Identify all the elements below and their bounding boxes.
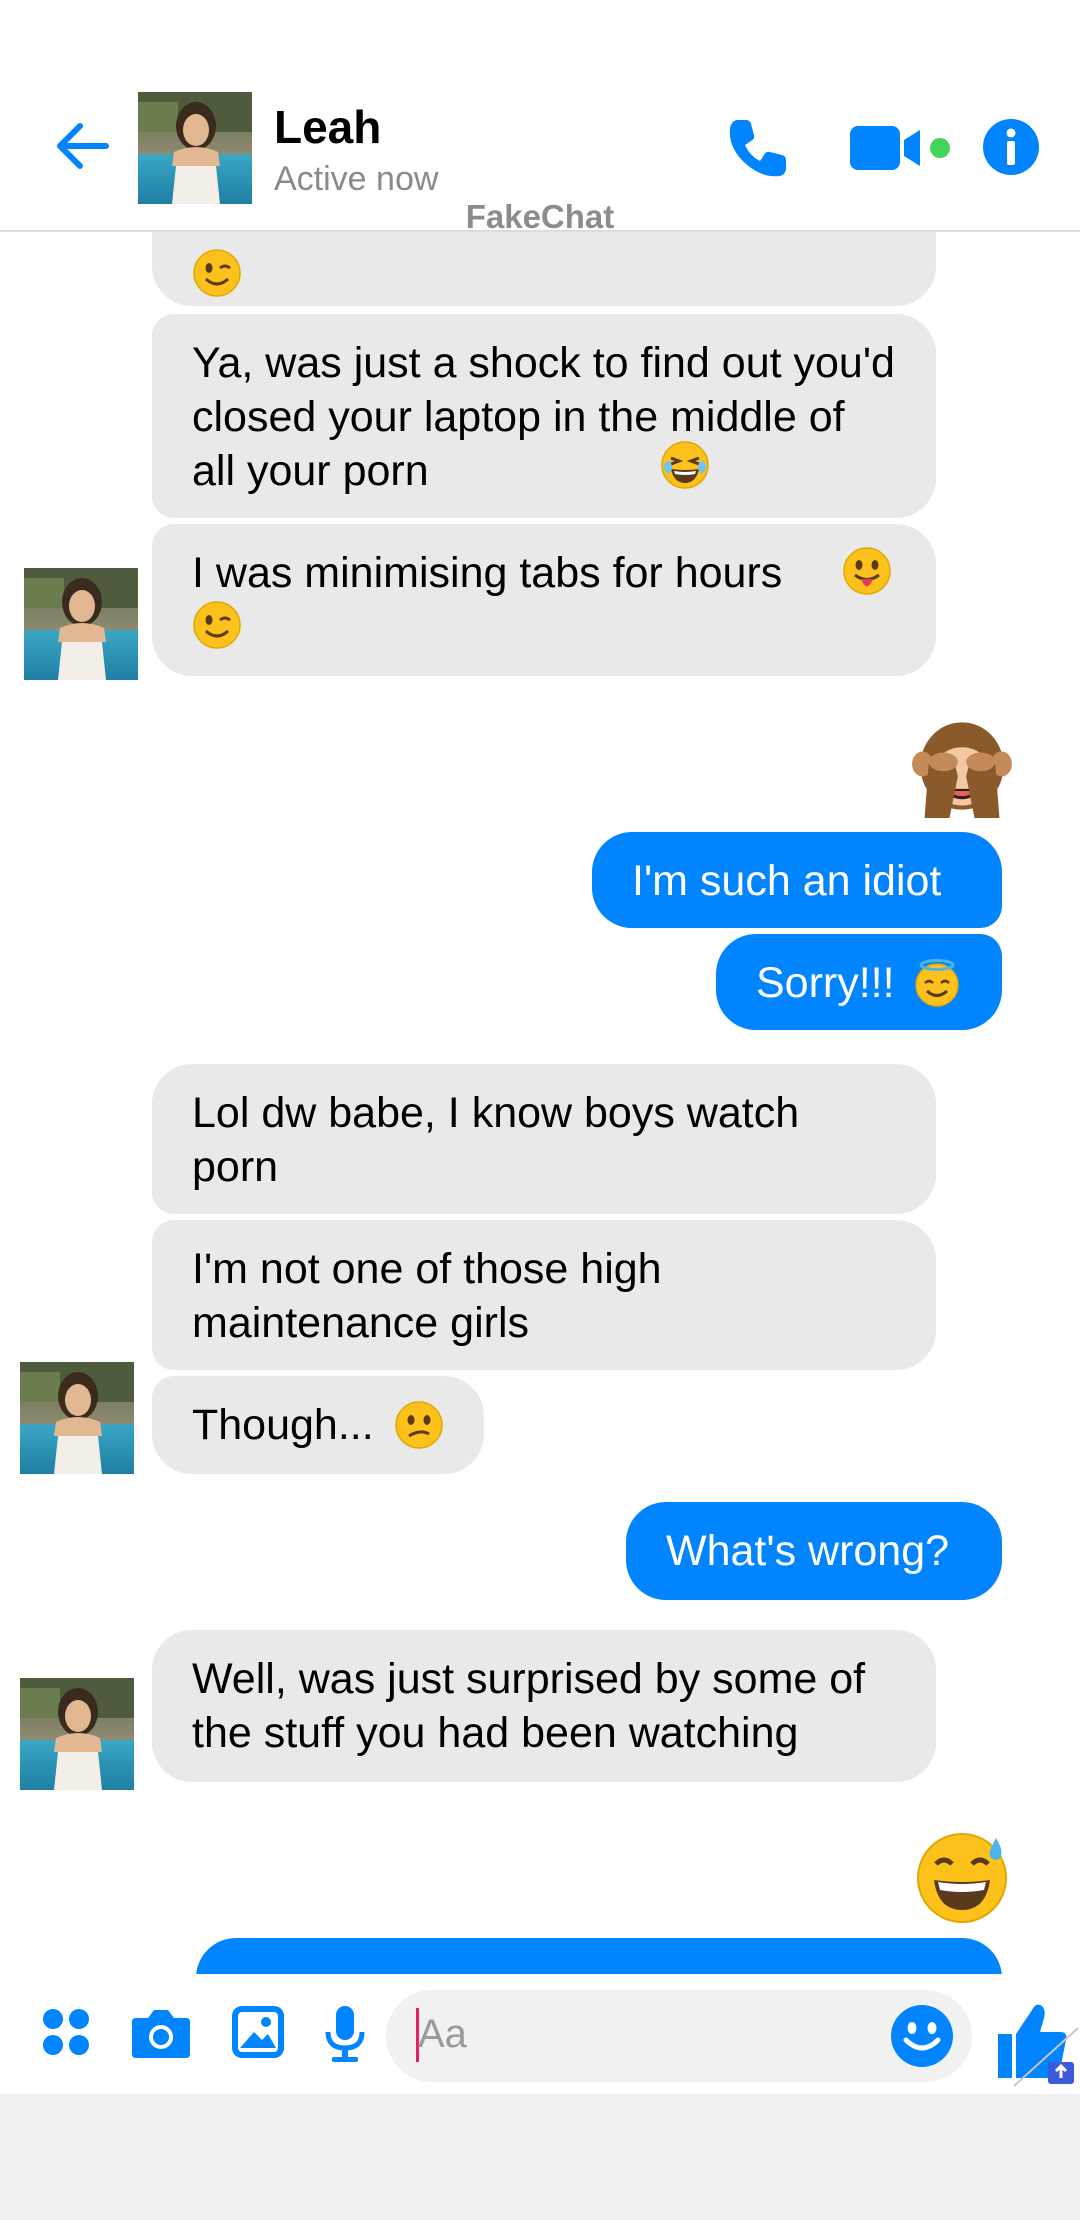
message-bubble[interactable] bbox=[196, 1938, 1002, 1974]
info-icon[interactable] bbox=[982, 118, 1040, 176]
message-bubble[interactable]: Well, was just surprised by some of the … bbox=[152, 1630, 936, 1782]
message-text: I'm such an idiot bbox=[632, 857, 942, 905]
thumbs-up-icon[interactable] bbox=[994, 1998, 1080, 2088]
tongue-face-icon bbox=[842, 546, 892, 596]
phone-icon[interactable] bbox=[724, 114, 792, 182]
winking-face-icon bbox=[192, 600, 242, 650]
message-list[interactable]: Ya, was just a shock to find out you'd c… bbox=[0, 232, 1080, 1974]
microphone-icon[interactable] bbox=[322, 2004, 368, 2064]
avatar[interactable] bbox=[24, 568, 138, 680]
avatar[interactable] bbox=[20, 1362, 134, 1474]
conversation-header: Leah Active now FakeChat bbox=[0, 0, 1080, 235]
video-camera-icon[interactable] bbox=[848, 122, 954, 174]
see-no-evil-monkey-icon bbox=[910, 714, 1014, 818]
message-text: I'm not one of those high maintenance gi… bbox=[192, 1245, 662, 1347]
back-arrow-icon[interactable] bbox=[52, 116, 112, 176]
message-text: Though... bbox=[192, 1401, 374, 1449]
message-bubble[interactable]: I'm not one of those high maintenance gi… bbox=[152, 1220, 936, 1370]
apps-icon[interactable] bbox=[40, 2006, 92, 2058]
message-bubble[interactable]: Lol dw babe, I know boys watch porn bbox=[152, 1064, 936, 1214]
image-icon[interactable] bbox=[230, 2004, 286, 2060]
message-bubble[interactable] bbox=[152, 232, 936, 306]
watermark: FakeChat bbox=[465, 198, 615, 235]
grinning-sweat-face-icon bbox=[914, 1826, 1014, 1926]
message-input-placeholder: Aa bbox=[418, 2012, 467, 2056]
message-text: I was minimising tabs for hours bbox=[192, 549, 783, 597]
message-text: Sorry!!! bbox=[756, 959, 895, 1007]
message-bubble[interactable]: Sorry!!! bbox=[716, 934, 1002, 1030]
avatar[interactable] bbox=[138, 92, 252, 204]
message-text: What's wrong? bbox=[666, 1527, 950, 1575]
avatar[interactable] bbox=[20, 1678, 134, 1790]
message-text: Ya, was just a shock to find out you'd c… bbox=[192, 339, 895, 495]
message-bubble[interactable]: Ya, was just a shock to find out you'd c… bbox=[152, 314, 936, 518]
tears-of-joy-icon bbox=[660, 440, 710, 490]
confused-face-icon bbox=[394, 1400, 444, 1450]
active-status: Active now bbox=[274, 160, 439, 198]
message-text: Well, was just surprised by some of the … bbox=[192, 1655, 866, 1757]
message-bubble[interactable]: Though... bbox=[152, 1376, 484, 1474]
contact-name[interactable]: Leah bbox=[274, 100, 381, 154]
message-bubble[interactable]: What's wrong? bbox=[626, 1502, 1002, 1600]
smiley-icon[interactable] bbox=[890, 2004, 954, 2068]
message-text: Lol dw babe, I know boys watch porn bbox=[192, 1089, 800, 1191]
message-input[interactable]: Aa bbox=[386, 1990, 972, 2082]
system-nav-area bbox=[0, 2094, 1080, 2220]
message-bubble[interactable]: I was minimising tabs for hours bbox=[152, 524, 936, 676]
message-bubble[interactable]: I'm such an idiot bbox=[592, 832, 1002, 928]
camera-icon[interactable] bbox=[130, 2006, 192, 2060]
winking-face-icon bbox=[192, 248, 242, 298]
halo-face-icon bbox=[912, 958, 962, 1008]
